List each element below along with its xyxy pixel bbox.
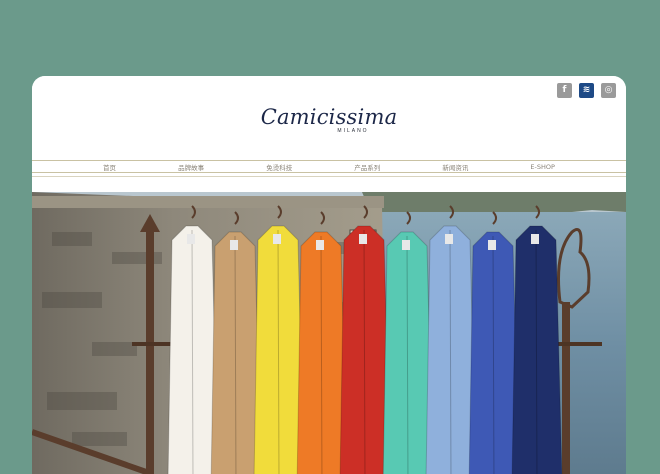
wall-cap — [32, 196, 384, 208]
shirt — [296, 211, 348, 474]
weibo-icon[interactable]: ◎ — [601, 83, 616, 98]
facebook-icon[interactable]: f — [557, 83, 572, 98]
hero-banner[interactable] — [32, 192, 626, 474]
nav-item-non-iron-tech[interactable]: 免烫科技 — [266, 162, 292, 172]
main-nav: 首页 品牌故事 免烫科技 产品系列 新闻资讯 E-SHOP — [32, 160, 626, 173]
left-railing-post — [146, 232, 154, 474]
nav-item-eshop[interactable]: E-SHOP — [530, 163, 555, 171]
shirt — [167, 205, 219, 474]
nav-item-home[interactable]: 首页 — [103, 162, 116, 172]
shirt — [253, 205, 305, 474]
shirt — [382, 211, 434, 474]
shirt — [468, 211, 520, 474]
right-railing-post — [562, 302, 570, 474]
brand-name: Camicissima — [260, 105, 398, 129]
wechat-icon[interactable]: ≋ — [579, 83, 594, 98]
hero-image — [32, 192, 626, 474]
shirt — [210, 211, 262, 474]
social-links: f ≋ ◎ — [557, 83, 616, 98]
nav-item-brand-story[interactable]: 品牌故事 — [178, 162, 204, 172]
nav-item-news[interactable]: 新闻资讯 — [442, 162, 468, 172]
nav-divider — [32, 176, 626, 177]
shirt — [511, 205, 563, 474]
shirt — [339, 205, 391, 474]
brand-logo[interactable]: Camicissima MILANO — [32, 106, 626, 134]
nav-item-products[interactable]: 产品系列 — [354, 162, 380, 172]
website-window: f ≋ ◎ Camicissima MILANO 首页 品牌故事 免烫科技 产品… — [32, 76, 626, 474]
shirts — [167, 205, 563, 474]
site-header: f ≋ ◎ Camicissima MILANO — [32, 76, 626, 160]
shirt — [425, 205, 477, 474]
